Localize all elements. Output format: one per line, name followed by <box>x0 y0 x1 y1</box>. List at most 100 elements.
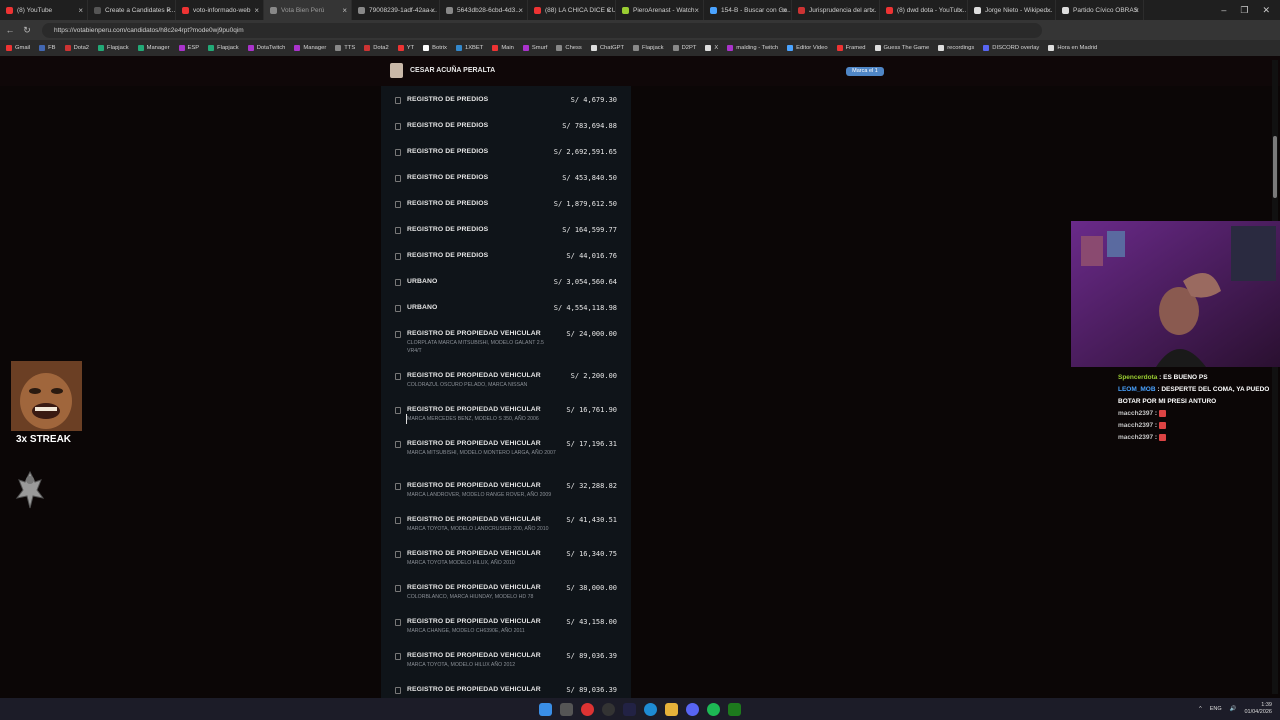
tab-close-icon[interactable]: × <box>430 6 435 15</box>
bookmark-item[interactable]: Gmail <box>6 45 30 51</box>
close-icon[interactable]: ✕ <box>1262 5 1270 16</box>
bookmark-item[interactable]: Main <box>492 45 514 51</box>
bookmark-favicon-icon <box>492 45 499 51</box>
xbox-icon[interactable] <box>728 702 741 716</box>
bookmark-item[interactable]: FB <box>39 45 56 51</box>
tab-close-icon[interactable]: × <box>606 6 611 15</box>
tab-favicon-icon <box>6 6 13 14</box>
language-indicator[interactable]: ENG <box>1210 706 1222 712</box>
bookmark-item[interactable]: ESP <box>178 45 199 51</box>
bookmark-label: Botrix <box>432 45 447 51</box>
registry-icon <box>395 253 401 260</box>
chat-username[interactable]: Spencerdota <box>1118 374 1157 381</box>
bookmark-favicon-icon <box>874 45 881 51</box>
chrome-icon[interactable] <box>581 702 594 716</box>
bookmark-item[interactable]: Manager <box>137 45 170 51</box>
browser-tab[interactable]: Jurisprudencia del art... × <box>792 0 880 20</box>
tab-close-icon[interactable]: × <box>342 6 347 15</box>
spotify-icon[interactable] <box>707 702 720 716</box>
tab-close-icon[interactable]: × <box>1046 6 1051 15</box>
chat-text: ES BUENO PS <box>1163 374 1208 381</box>
browser-tab[interactable]: Vota Bien Perú × <box>264 0 352 20</box>
browser-tab[interactable]: Create a Candidates P... × <box>88 0 176 20</box>
bookmark-item[interactable]: Flapjack <box>208 45 239 51</box>
bookmark-item[interactable]: Flapjack <box>633 45 664 51</box>
tab-close-icon[interactable]: × <box>694 6 699 15</box>
registry-icon <box>395 201 401 208</box>
browser-tab[interactable]: (8) dwd dota - YouTub... × <box>880 0 968 20</box>
bookmark-item[interactable]: 1XBET <box>455 45 483 51</box>
bookmark-item[interactable]: X <box>705 45 718 51</box>
chat-username[interactable]: macch2397 <box>1118 410 1153 417</box>
tab-close-icon[interactable]: × <box>166 6 171 15</box>
browser-tab[interactable]: voto-informado-web × <box>176 0 264 20</box>
back-icon[interactable]: ← <box>3 25 17 35</box>
tab-close-icon[interactable]: × <box>870 6 875 15</box>
browser-tab[interactable]: Jorge Nieto - Wikiped... × <box>968 0 1056 20</box>
minimize-icon[interactable]: – <box>1221 5 1226 16</box>
search-icon[interactable] <box>560 702 573 716</box>
edge-icon[interactable] <box>644 702 657 716</box>
bookmark-item[interactable]: Dota2 <box>364 45 389 51</box>
bookmark-item[interactable]: DISCORD overlay <box>983 45 1039 51</box>
bookmark-item[interactable]: D2PT <box>672 45 696 51</box>
reload-icon[interactable]: ↻ <box>20 25 34 36</box>
bookmark-item[interactable]: recordings <box>938 45 974 51</box>
folder-icon[interactable] <box>665 702 678 716</box>
browser-tab[interactable]: 5643db28-6cbd-4d3... × <box>440 0 528 20</box>
bookmark-item[interactable]: Guess The Game <box>874 45 929 51</box>
browser-tab[interactable]: 154-B - Buscar con Go... × <box>704 0 792 20</box>
asset-title: REGISTRO DE PROPIEDAD VEHICULAR <box>407 516 541 523</box>
bookmark-label: Main <box>501 45 514 51</box>
bookmark-item[interactable]: Framed <box>836 45 866 51</box>
clock[interactable]: 1:39 01/04/2026 <box>1244 702 1272 716</box>
tab-close-icon[interactable]: × <box>958 6 963 15</box>
chat-username[interactable]: macch2397 <box>1118 422 1153 429</box>
tab-close-icon[interactable]: × <box>1134 6 1139 15</box>
chevron-up-icon[interactable]: ^ <box>1199 706 1202 712</box>
bookmark-label: malding - Twitch <box>736 45 779 51</box>
bookmark-item[interactable]: YT <box>397 45 414 51</box>
bookmark-item[interactable]: ChatGPT <box>590 45 624 51</box>
chat-username[interactable]: LEOM_MOB <box>1118 386 1156 393</box>
bookmark-item[interactable]: TTS <box>335 45 355 51</box>
tab-label: 79008239-1adf-42aa-... <box>369 6 437 14</box>
obs-icon[interactable] <box>602 702 615 716</box>
bookmark-item[interactable]: Editor Video <box>787 45 828 51</box>
bookmark-item[interactable]: malding - Twitch <box>727 45 778 51</box>
restore-icon[interactable]: ❐ <box>1240 5 1248 16</box>
steam-icon[interactable] <box>623 702 636 716</box>
url-field[interactable]: https://votabienperu.com/candidatos/h8c2… <box>42 22 1042 38</box>
tab-close-icon[interactable]: × <box>78 6 83 15</box>
asset-amount: S/ 17,196.31 <box>566 440 617 448</box>
tab-close-icon[interactable]: × <box>254 6 259 15</box>
registry-icon <box>395 97 401 104</box>
webcam-overlay <box>1071 221 1280 367</box>
asset-amount: S/ 24,000.00 <box>566 330 617 338</box>
bookmark-item[interactable]: Dota2 <box>64 45 90 51</box>
browser-tab[interactable]: Partido Cívico OBRAS × <box>1056 0 1144 20</box>
tab-close-icon[interactable]: × <box>518 6 523 15</box>
clock-time: 1:39 <box>1261 702 1272 708</box>
bookmark-item[interactable]: Botrix <box>423 45 447 51</box>
bookmark-item[interactable]: Manager <box>294 45 326 51</box>
bookmark-item[interactable]: Flapjack <box>98 45 129 51</box>
browser-tab[interactable]: (8) YouTube × <box>0 0 88 20</box>
browser-tab[interactable]: 79008239-1adf-42aa-... × <box>352 0 440 20</box>
browser-tab[interactable]: (88) LA CHICA DICE CU... × <box>528 0 616 20</box>
tab-close-icon[interactable]: × <box>782 6 787 15</box>
scrollbar-thumb[interactable] <box>1273 136 1277 198</box>
windows-start-icon[interactable] <box>539 702 552 716</box>
bookmark-item[interactable]: Smurf <box>522 45 547 51</box>
bookmark-item[interactable]: DotaTwitch <box>247 45 285 51</box>
asset-amount: S/ 783,694.88 <box>562 122 617 130</box>
chat-username[interactable]: macch2397 <box>1118 434 1153 441</box>
browser-tab[interactable]: PieroArenast - Watch × <box>616 0 704 20</box>
bookmark-item[interactable]: Chess <box>556 45 582 51</box>
bookmark-label: Dota2 <box>73 45 90 51</box>
discord-icon[interactable] <box>686 702 699 716</box>
speaker-icon[interactable]: 🔊 <box>1230 706 1237 712</box>
vote-badge[interactable]: Marca el 1 <box>846 67 884 76</box>
bookmark-item[interactable]: Hora en Madrid <box>1048 45 1097 51</box>
bookmarks-bar: Gmail FB Dota2 Flapjack Manager ESP Flapjack Do… <box>0 40 1280 56</box>
